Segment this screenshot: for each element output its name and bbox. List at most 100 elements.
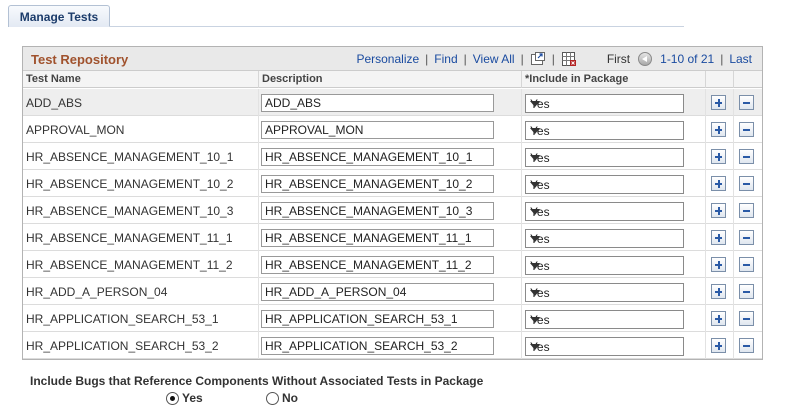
column-divider	[521, 224, 522, 251]
column-divider	[733, 89, 734, 116]
include-in-package-select[interactable]: Yes	[525, 256, 684, 275]
column-divider	[258, 71, 259, 88]
description-input[interactable]	[261, 175, 494, 193]
delete-row-icon[interactable]	[739, 338, 754, 353]
delete-row-icon[interactable]	[739, 257, 754, 272]
table-row: HR_ADD_A_PERSON_04 Yes	[23, 278, 762, 305]
description-input[interactable]	[261, 283, 494, 301]
delete-row-icon[interactable]	[739, 95, 754, 110]
add-row-icon[interactable]	[711, 122, 726, 137]
description-input[interactable]	[261, 202, 494, 220]
tab-strip: Manage Tests	[0, 0, 788, 28]
radio-yes[interactable]: Yes	[166, 391, 203, 405]
column-divider	[258, 89, 259, 116]
add-row-icon[interactable]	[711, 203, 726, 218]
add-row-icon[interactable]	[711, 230, 726, 245]
column-divider	[521, 170, 522, 197]
view-all-link[interactable]: View All	[473, 52, 515, 66]
chevron-down-icon	[530, 155, 540, 161]
column-divider	[705, 278, 706, 305]
column-divider	[705, 143, 706, 170]
add-row-icon[interactable]	[711, 149, 726, 164]
test-name-cell: ADD_ABS	[26, 96, 83, 110]
column-divider	[521, 71, 522, 88]
delete-row-icon[interactable]	[739, 311, 754, 326]
chevron-down-icon	[530, 236, 540, 242]
column-divider	[258, 143, 259, 170]
table-row: HR_ABSENCE_MANAGEMENT_11_2 Yes	[23, 251, 762, 278]
delete-row-icon[interactable]	[739, 203, 754, 218]
include-in-package-select[interactable]: Yes	[525, 94, 684, 113]
column-divider	[733, 197, 734, 224]
column-description: Description	[262, 73, 323, 85]
description-input[interactable]	[261, 229, 494, 247]
include-in-package-select[interactable]: Yes	[525, 310, 684, 329]
description-input[interactable]	[261, 310, 494, 328]
include-in-package-select[interactable]: Yes	[525, 175, 684, 194]
include-in-package-select[interactable]: Yes	[525, 121, 684, 140]
chevron-down-icon	[530, 128, 540, 134]
description-input[interactable]	[261, 337, 494, 355]
test-name-cell: HR_APPLICATION_SEARCH_53_1	[26, 312, 219, 326]
column-divider	[705, 197, 706, 224]
delete-row-icon[interactable]	[739, 230, 754, 245]
include-in-package-select[interactable]: Yes	[525, 283, 684, 302]
delete-row-icon[interactable]	[739, 176, 754, 191]
radio-yes-label: Yes	[182, 391, 203, 405]
include-in-package-select[interactable]: Yes	[525, 202, 684, 221]
column-divider	[258, 116, 259, 143]
table-row: HR_ABSENCE_MANAGEMENT_10_1 Yes	[23, 143, 762, 170]
tab-manage-tests[interactable]: Manage Tests	[8, 5, 110, 27]
nav-separator: |	[425, 52, 429, 66]
delete-row-icon[interactable]	[739, 284, 754, 299]
add-row-icon[interactable]	[711, 338, 726, 353]
nav-separator: |	[720, 52, 724, 66]
test-name-cell: HR_ABSENCE_MANAGEMENT_10_2	[26, 177, 234, 191]
chevron-down-icon	[530, 182, 540, 188]
column-divider	[521, 197, 522, 224]
column-divider	[705, 224, 706, 251]
test-name-cell: HR_ABSENCE_MANAGEMENT_11_2	[26, 258, 233, 272]
column-divider	[733, 278, 734, 305]
test-name-cell: HR_ABSENCE_MANAGEMENT_11_1	[26, 231, 233, 245]
previous-arrow-icon[interactable]	[638, 52, 653, 66]
column-divider	[733, 116, 734, 143]
description-input[interactable]	[261, 256, 494, 274]
grid-title: Test Repository	[31, 52, 129, 67]
column-test-name: Test Name	[26, 73, 81, 85]
last-link[interactable]: Last	[729, 52, 752, 66]
test-name-cell: HR_ABSENCE_MANAGEMENT_10_1	[26, 150, 234, 164]
column-include: *Include in Package	[525, 73, 629, 85]
chevron-down-icon	[530, 290, 540, 296]
add-row-icon[interactable]	[711, 311, 726, 326]
column-divider	[521, 89, 522, 116]
delete-row-icon[interactable]	[739, 122, 754, 137]
include-in-package-select[interactable]: Yes	[525, 148, 684, 167]
column-divider	[733, 143, 734, 170]
description-input[interactable]	[261, 94, 494, 112]
download-excel-icon[interactable]	[561, 51, 577, 67]
description-input[interactable]	[261, 148, 494, 166]
column-divider	[521, 305, 522, 332]
find-link[interactable]: Find	[434, 52, 457, 66]
column-divider	[705, 251, 706, 278]
column-divider	[258, 197, 259, 224]
delete-row-icon[interactable]	[739, 149, 754, 164]
zoom-grid-icon[interactable]	[530, 51, 546, 67]
radio-no-indicator[interactable]	[266, 391, 279, 405]
personalize-link[interactable]: Personalize	[356, 52, 419, 66]
add-row-icon[interactable]	[711, 257, 726, 272]
add-row-icon[interactable]	[711, 95, 726, 110]
description-input[interactable]	[261, 121, 494, 139]
grid-header: Test Repository Personalize | Find | Vie…	[23, 47, 762, 71]
radio-yes-indicator[interactable]	[166, 391, 179, 405]
include-in-package-select[interactable]: Yes	[525, 337, 684, 356]
column-divider	[705, 71, 706, 88]
radio-no[interactable]: No	[266, 391, 298, 405]
test-repository-grid: Test Repository Personalize | Find | Vie…	[22, 46, 763, 360]
test-name-cell: HR_APPLICATION_SEARCH_53_2	[26, 339, 219, 353]
add-row-icon[interactable]	[711, 284, 726, 299]
add-row-icon[interactable]	[711, 176, 726, 191]
include-in-package-select[interactable]: Yes	[525, 229, 684, 248]
test-name-cell: HR_ADD_A_PERSON_04	[26, 285, 168, 299]
